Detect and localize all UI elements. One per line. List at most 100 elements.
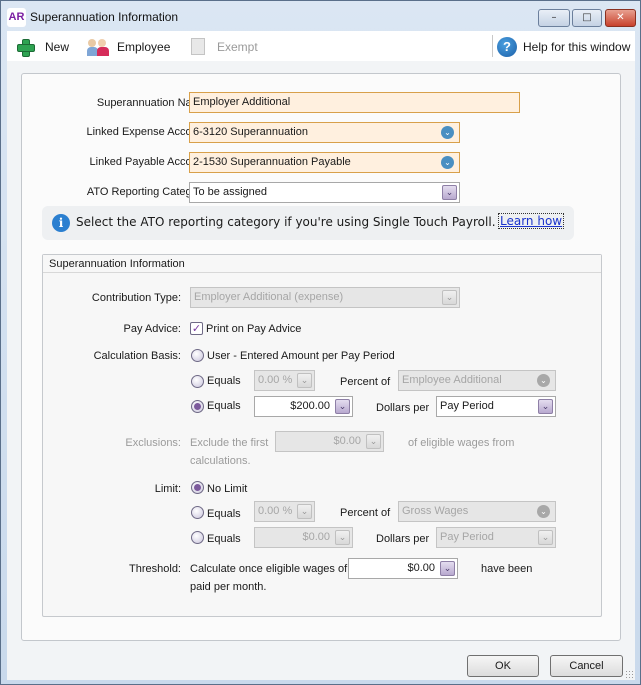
info-banner: i Select the ATO reporting category if y… [42,206,574,240]
dropdown-icon[interactable]: ⌄ [442,185,457,200]
threshold-suffix: have been [481,563,533,575]
employee-button[interactable]: Employee [87,37,170,57]
calc-percent-input[interactable]: 0.00 % ⌄ [254,370,315,391]
dropdown-icon[interactable]: ⌄ [441,126,454,139]
exclusions-label: Exclusions: [125,437,181,449]
contribution-type-select[interactable]: Employer Additional (expense) ⌄ [190,287,460,308]
exclusions-input[interactable]: $0.00 ⌄ [275,431,384,452]
new-label: New [45,40,70,54]
calc-user-label: User - Entered Amount per Pay Period [207,350,395,362]
calc-percent-of-value: Employee Additional [402,374,502,386]
dropdown-icon[interactable]: ⌄ [335,399,350,414]
group-title: Superannuation Information [43,255,601,273]
calc-basis-label: Calculation Basis: [93,350,181,362]
dropdown-icon[interactable]: ⌄ [538,399,553,414]
dropdown-icon[interactable]: ⌄ [297,504,312,519]
limit-percent-value: 0.00 % [258,505,293,517]
expense-account-select[interactable]: 6-3120 Superannuation ⌄ [189,122,460,143]
exempt-button[interactable]: Exempt [187,37,258,57]
threshold-suffix2: paid per month. [190,581,267,593]
pay-advice-label: Pay Advice: [123,323,181,335]
limit-percent-of-select[interactable]: Gross Wages ⌄ [398,501,556,522]
limit-none-radio[interactable] [191,481,204,494]
dropdown-icon[interactable]: ⌄ [538,530,553,545]
close-icon: ✕ [616,12,625,23]
limit-percent-of-label: Percent of [340,507,391,519]
exempt-label: Exempt [217,40,258,54]
dropdown-icon[interactable]: ⌄ [537,505,550,518]
help-icon: ? [497,37,517,57]
maximize-icon: □ [582,12,592,23]
employee-label: Employee [117,40,171,54]
calc-dollars-input[interactable]: $200.00 ⌄ [254,396,353,417]
expense-account-value: 6-3120 Superannuation [193,126,308,138]
threshold-prefix: Calculate once eligible wages of [190,563,348,575]
limit-percent-of-value: Gross Wages [402,505,469,517]
limit-dollars-radio[interactable] [191,531,204,544]
exclusions-suffix2: calculations. [190,455,251,467]
dropdown-icon[interactable]: ⌄ [441,156,454,169]
super-name-input[interactable]: Employer Additional [189,92,520,113]
threshold-value: $0.00 [407,562,435,574]
close-button[interactable]: ✕ [605,9,636,27]
cancel-button[interactable]: Cancel [550,655,623,677]
limit-dollars-per-label: Dollars per [376,533,430,545]
threshold-input[interactable]: $0.00 ⌄ [348,558,458,579]
calc-percent-value: 0.00 % [258,374,293,386]
calc-dollars-label: Equals [207,400,241,412]
learn-how-link[interactable]: Learn how [497,213,565,229]
print-pay-advice-label: Print on Pay Advice [206,323,302,335]
maximize-button[interactable]: □ [572,9,602,27]
calc-user-radio[interactable] [191,349,204,362]
new-button[interactable]: New [15,37,69,57]
dropdown-icon[interactable]: ⌄ [297,373,312,388]
minimize-icon: – [551,12,557,23]
minimize-button[interactable]: – [538,9,570,27]
dropdown-icon[interactable]: ⌄ [537,374,550,387]
payable-account-select[interactable]: 2-1530 Superannuation Payable ⌄ [189,152,460,173]
exclusions-suffix: of eligible wages from [408,437,515,449]
contribution-type-value: Employer Additional (expense) [194,291,344,303]
app-logo-icon: AR [7,8,26,27]
limit-label: Limit: [154,483,181,495]
dropdown-icon[interactable]: ⌄ [440,561,455,576]
calc-dollars-radio[interactable] [191,400,204,413]
limit-percent-radio[interactable] [191,506,204,519]
calc-dollars-per-label: Dollars per [376,402,430,414]
limit-none-label: No Limit [207,483,248,495]
dropdown-icon[interactable]: ⌄ [442,290,457,305]
calc-percent-radio[interactable] [191,375,204,388]
limit-dollars-per-value: Pay Period [440,531,494,543]
ok-button[interactable]: OK [467,655,539,677]
dropdown-icon[interactable]: ⌄ [335,530,350,545]
calc-dollars-per-value: Pay Period [440,400,494,412]
threshold-label: Threshold: [129,563,181,575]
calc-percent-of-select[interactable]: Employee Additional ⌄ [398,370,556,391]
limit-dollars-input[interactable]: $0.00 ⌄ [254,527,353,548]
help-button[interactable]: ? Help for this window [497,37,630,57]
exclusions-value: $0.00 [333,435,361,447]
ato-category-value: To be assigned [193,186,267,198]
superannuation-info-group: Superannuation Information Contribution … [42,254,602,617]
calc-percent-label: Equals [207,375,241,387]
plus-icon [15,37,37,57]
calc-percent-of-label: Percent of [340,376,391,388]
resize-grip[interactable] [625,670,633,678]
toolbar-separator [492,35,493,57]
dropdown-icon[interactable]: ⌄ [366,434,381,449]
exempt-icon [187,37,209,57]
superannuation-window: AR Superannuation Information – □ ✕ New … [0,0,641,685]
limit-dollars-value: $0.00 [302,531,330,543]
main-panel: Superannuation Name: Employer Additional… [21,73,621,641]
employee-icon [87,37,109,57]
contribution-type-label: Contribution Type: [91,292,181,304]
title-bar[interactable]: AR Superannuation Information – □ ✕ [1,1,640,33]
calc-dollars-per-select[interactable]: Pay Period ⌄ [436,396,556,417]
print-pay-advice-checkbox[interactable]: ✓ [190,322,203,335]
limit-dollars-per-select[interactable]: Pay Period ⌄ [436,527,556,548]
payable-account-value: 2-1530 Superannuation Payable [193,156,351,168]
ato-category-select[interactable]: To be assigned ⌄ [189,182,460,203]
exclusions-prefix: Exclude the first [190,437,269,449]
limit-percent-input[interactable]: 0.00 % ⌄ [254,501,315,522]
client-area: New Employee Exempt ? Help for this wind… [7,31,635,680]
